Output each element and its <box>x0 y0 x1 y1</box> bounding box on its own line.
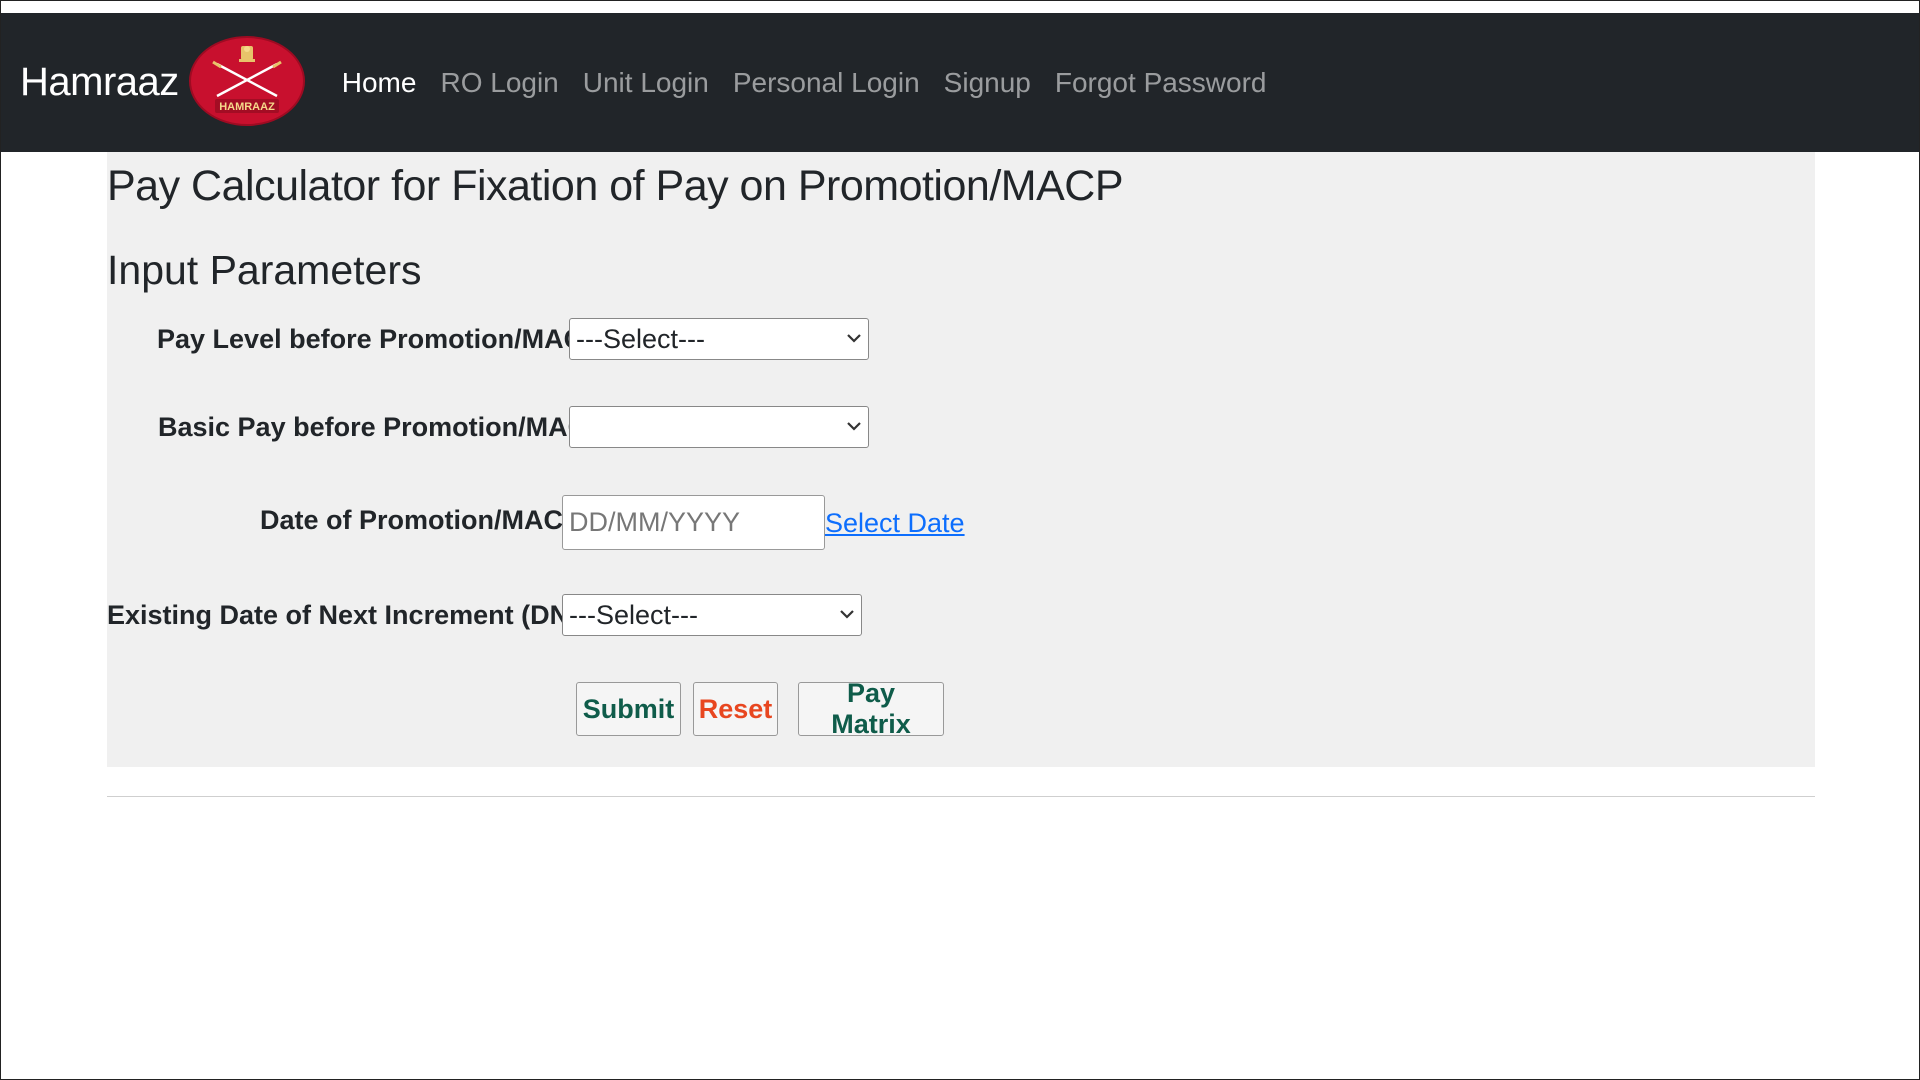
promotion-date-input[interactable] <box>562 495 825 550</box>
nav-signup-link[interactable]: Signup <box>944 67 1031 99</box>
calculator-panel: Pay Calculator for Fixation of Pay on Pr… <box>107 152 1815 767</box>
submit-button[interactable]: Submit <box>576 682 681 736</box>
brand-name[interactable]: Hamraaz <box>20 60 179 105</box>
logo-text: HAMRAAZ <box>219 101 275 113</box>
nav-ro-login-link[interactable]: RO Login <box>440 67 558 99</box>
page-title: Pay Calculator for Fixation of Pay on Pr… <box>107 162 1124 210</box>
pay-level-selected-value: ---Select--- <box>576 323 705 354</box>
nav-forgot-password-link[interactable]: Forgot Password <box>1055 67 1267 99</box>
chevron-down-icon <box>847 334 861 343</box>
brand[interactable]: Hamraaz HAMRAAZ <box>20 35 305 128</box>
nav-unit-login-link[interactable]: Unit Login <box>583 67 709 99</box>
navbar: Hamraaz HAMRAAZ Home RO Login Unit Login… <box>1 13 1919 152</box>
nav-links: Home RO Login Unit Login Personal Login … <box>342 67 1267 99</box>
dni-selected-value: ---Select--- <box>569 599 698 630</box>
dni-label: Existing Date of Next Increment (DNI) : <box>107 600 603 630</box>
chevron-down-icon <box>840 610 854 619</box>
pay-matrix-button[interactable]: Pay Matrix <box>798 678 944 739</box>
dni-select[interactable]: ---Select--- <box>562 594 862 636</box>
pay-level-label: Pay Level before Promotion/MACP : <box>157 324 618 354</box>
nav-home-link[interactable]: Home <box>342 67 417 99</box>
nav-personal-login-link[interactable]: Personal Login <box>733 67 920 99</box>
pay-level-select[interactable]: ---Select--- <box>569 318 869 360</box>
select-date-link[interactable]: Select Date <box>825 508 965 539</box>
browser-page: Hamraaz HAMRAAZ Home RO Login Unit Login… <box>0 0 1920 1080</box>
reset-button[interactable]: Reset <box>693 682 778 736</box>
promotion-date-label: Date of Promotion/MACP : <box>260 505 597 535</box>
hamraaz-logo-emblem: HAMRAAZ <box>188 35 305 126</box>
chevron-down-icon <box>847 422 861 431</box>
basic-pay-label: Basic Pay before Promotion/MACP : <box>158 412 622 442</box>
section-title: Input Parameters <box>107 247 422 293</box>
basic-pay-select[interactable] <box>569 406 869 448</box>
divider <box>107 796 1815 797</box>
top-strip <box>1 1 1919 13</box>
